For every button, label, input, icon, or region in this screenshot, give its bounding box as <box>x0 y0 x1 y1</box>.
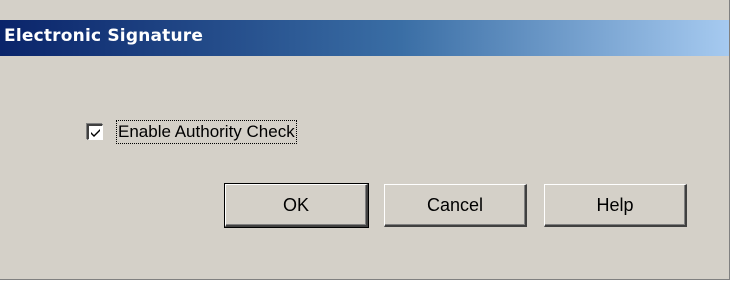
checkmark-icon <box>91 129 100 137</box>
dialog-title: Electronic Signature <box>4 26 204 46</box>
enable-authority-check-option[interactable]: Enable Authority Check <box>87 119 297 145</box>
ok-button[interactable]: OK <box>224 183 369 228</box>
help-button[interactable]: Help <box>544 184 687 227</box>
title-bar[interactable]: Electronic Signature <box>0 20 729 56</box>
enable-authority-check-checkbox[interactable] <box>87 124 103 140</box>
enable-authority-check-label[interactable]: Enable Authority Check <box>116 120 297 144</box>
cancel-button[interactable]: Cancel <box>384 184 527 227</box>
electronic-signature-dialog: Electronic Signature Enable Authority Ch… <box>0 0 730 280</box>
